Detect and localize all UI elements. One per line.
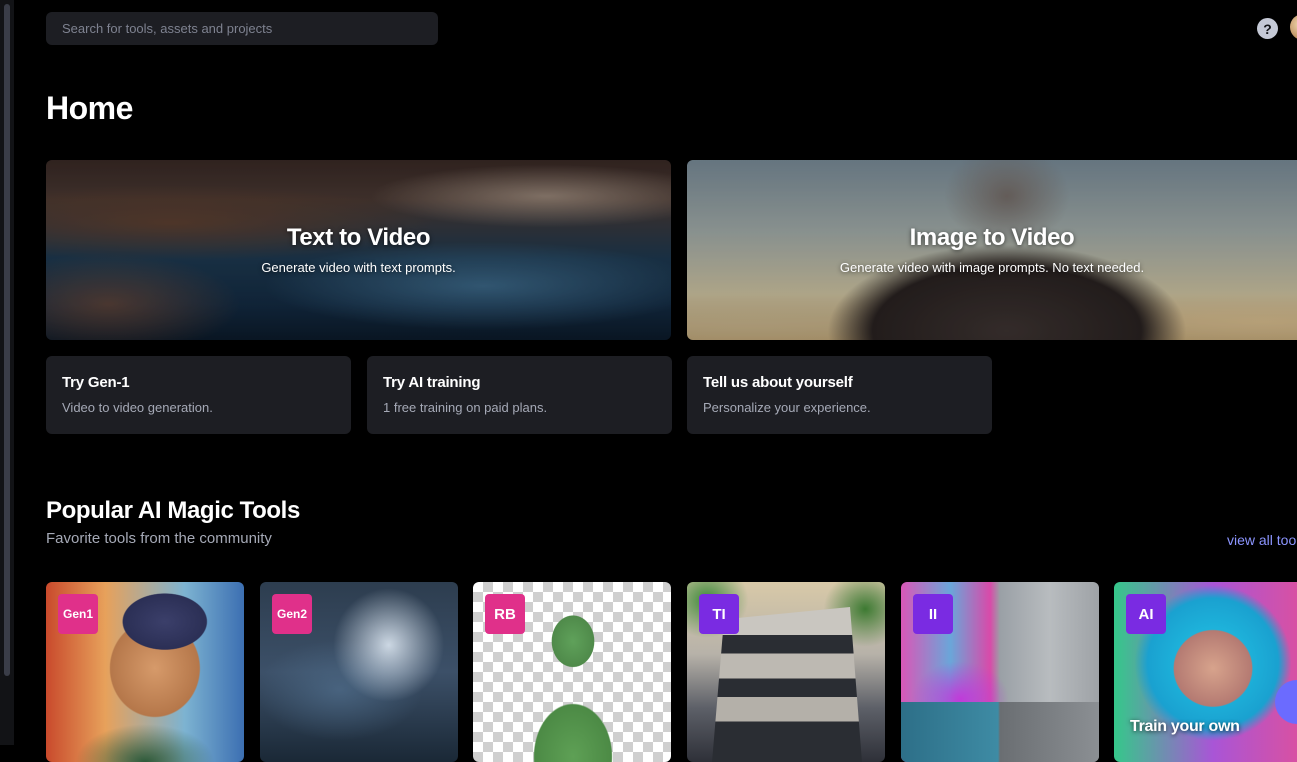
- search-input[interactable]: [46, 12, 438, 45]
- person-cutout-image: [523, 600, 623, 762]
- hero-subtitle: Generate video with text prompts.: [261, 260, 456, 275]
- tool-badge: Gen1: [58, 594, 98, 634]
- hero-subtitle: Generate video with image prompts. No te…: [839, 260, 1145, 275]
- try-gen1-card[interactable]: Try Gen-1 Video to video generation.: [46, 356, 351, 434]
- tool-card-ai-training[interactable]: AI Train your own: [1114, 582, 1297, 762]
- tool-card-gen2[interactable]: Gen2: [260, 582, 458, 762]
- text-to-video-card[interactable]: Text to Video Generate video with text p…: [46, 160, 671, 340]
- hero-text: Image to Video Generate video with image…: [687, 224, 1297, 275]
- page-title: Home: [46, 90, 133, 126]
- hero-title: Image to Video: [909, 224, 1075, 251]
- tool-label: Train your own: [1130, 718, 1240, 735]
- card-title: Try AI training: [383, 374, 481, 391]
- tool-card-text-to-image[interactable]: TI: [687, 582, 885, 762]
- avatar[interactable]: [1290, 14, 1297, 40]
- page-scrollbar[interactable]: [0, 0, 14, 745]
- try-ai-training-card[interactable]: Try AI training 1 free training on paid …: [367, 356, 672, 434]
- section-subtitle: Favorite tools from the community: [46, 530, 272, 547]
- tool-card-gen1[interactable]: Gen1: [46, 582, 244, 762]
- tell-us-about-yourself-card[interactable]: Tell us about yourself Personalize your …: [687, 356, 992, 434]
- tool-badge: II: [913, 594, 953, 634]
- help-icon[interactable]: ?: [1257, 18, 1278, 39]
- tool-badge: RB: [485, 594, 525, 634]
- scrollbar-thumb[interactable]: [4, 4, 10, 676]
- image-to-video-card[interactable]: Image to Video Generate video with image…: [687, 160, 1297, 340]
- hero-title: Text to Video: [286, 224, 431, 251]
- card-subtitle: Personalize your experience.: [703, 400, 871, 415]
- tool-card-image-to-image[interactable]: II: [901, 582, 1099, 762]
- card-subtitle: 1 free training on paid plans.: [383, 400, 548, 415]
- card-title: Tell us about yourself: [703, 374, 853, 391]
- card-subtitle: Video to video generation.: [62, 400, 213, 415]
- hero-text: Text to Video Generate video with text p…: [46, 224, 671, 275]
- section-title: Popular AI Magic Tools: [46, 497, 300, 524]
- tool-badge: Gen2: [272, 594, 312, 634]
- tool-badge: TI: [699, 594, 739, 634]
- car-scene-image: [901, 702, 1099, 762]
- tool-badge: AI: [1126, 594, 1166, 634]
- card-title: Try Gen-1: [62, 374, 130, 391]
- view-all-tools-link[interactable]: view all tools: [1227, 532, 1297, 548]
- tool-card-remove-background[interactable]: RB: [473, 582, 671, 762]
